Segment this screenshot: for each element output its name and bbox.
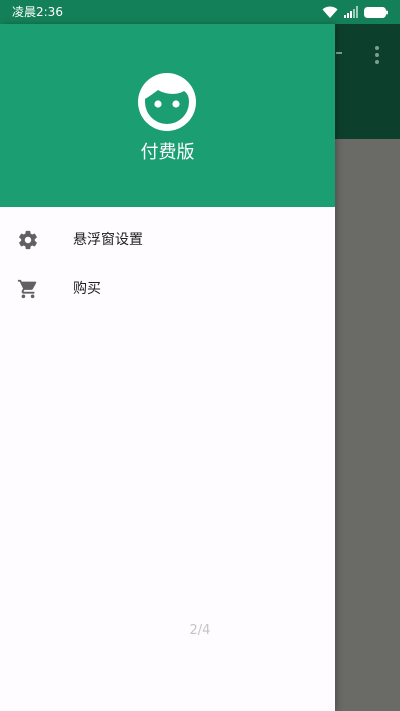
app-bar-partial-icon [336, 52, 342, 54]
menu-item-label: 购买 [73, 281, 101, 297]
overflow-menu-icon[interactable] [372, 44, 382, 64]
wifi-icon [322, 6, 338, 18]
menu-item-floating-window-settings[interactable]: 悬浮窗设置 [0, 216, 335, 264]
navigation-drawer: 付费版 悬浮窗设置 购买 [0, 24, 335, 711]
face-icon [138, 73, 196, 131]
menu-item-purchase[interactable]: 购买 [0, 265, 335, 313]
drawer-title: 付费版 [140, 142, 195, 163]
page-indicator: 2/4 [189, 623, 211, 638]
status-time: 凌晨2:36 [12, 5, 63, 19]
battery-icon [364, 6, 388, 18]
menu-item-label: 悬浮窗设置 [73, 232, 143, 248]
status-icons [322, 4, 388, 20]
gear-icon [19, 230, 37, 250]
drawer-header: 付费版 [0, 24, 335, 207]
cart-icon [17, 279, 37, 299]
signal-icon [344, 6, 358, 18]
status-bar: 凌晨2:36 [0, 0, 400, 24]
screen: 凌晨2:36 付费版 悬浮窗设置 购买 2/4 [0, 0, 400, 711]
